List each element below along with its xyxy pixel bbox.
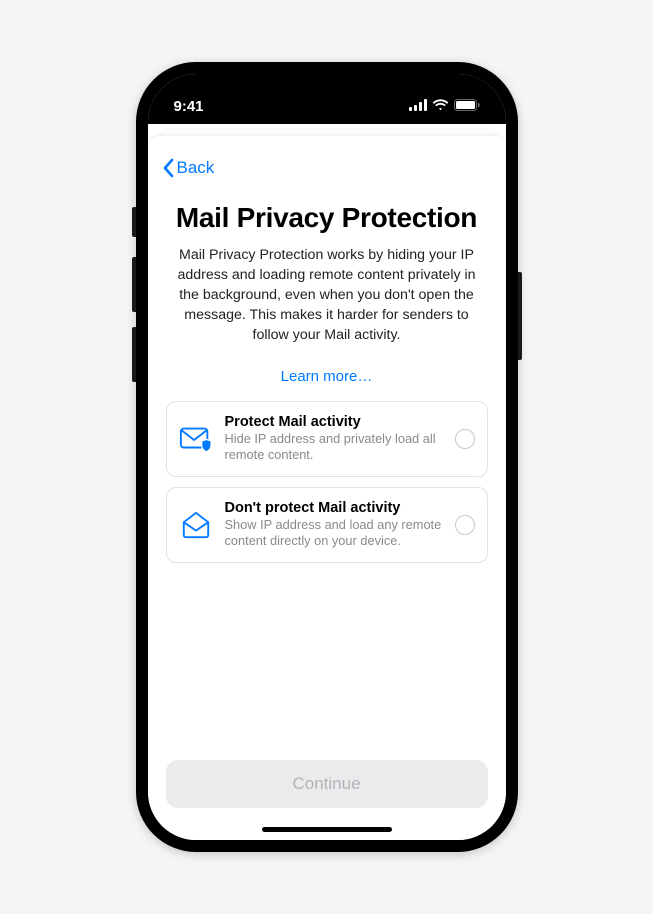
nav-bar: Back [162, 148, 492, 188]
home-indicator[interactable] [262, 827, 392, 832]
dynamic-island [270, 90, 384, 124]
screen: 9:41 Back Mai [148, 74, 506, 840]
back-button[interactable]: Back [162, 158, 215, 178]
continue-button[interactable]: Continue [166, 760, 488, 808]
main-content: Mail Privacy Protection Mail Privacy Pro… [162, 188, 492, 828]
option-description: Hide IP address and privately load all r… [225, 431, 443, 464]
option-dont-protect-mail[interactable]: Don't protect Mail activity Show IP addr… [166, 487, 488, 563]
page-description: Mail Privacy Protection works by hiding … [166, 246, 488, 345]
envelope-open-icon [179, 508, 213, 542]
option-protect-mail[interactable]: Protect Mail activity Hide IP address an… [166, 401, 488, 477]
radio-button[interactable] [455, 429, 475, 449]
wifi-icon [432, 98, 449, 115]
volume-up-button [132, 257, 136, 312]
battery-icon [454, 98, 480, 115]
cellular-icon [409, 98, 427, 115]
status-time: 9:41 [174, 98, 204, 115]
content-card: Back Mail Privacy Protection Mail Privac… [148, 136, 506, 840]
envelope-shield-icon [179, 422, 213, 456]
phone-frame: 9:41 Back Mai [136, 62, 518, 852]
chevron-left-icon [162, 158, 174, 178]
power-button [518, 272, 522, 360]
side-button [132, 207, 136, 237]
back-label: Back [177, 158, 215, 178]
radio-button[interactable] [455, 515, 475, 535]
option-description: Show IP address and load any remote cont… [225, 517, 443, 550]
page-title: Mail Privacy Protection [176, 202, 477, 234]
volume-down-button [132, 327, 136, 382]
option-title: Don't protect Mail activity [225, 500, 443, 516]
option-text: Don't protect Mail activity Show IP addr… [225, 500, 443, 550]
status-right [409, 98, 480, 115]
option-title: Protect Mail activity [225, 414, 443, 430]
learn-more-link[interactable]: Learn more… [281, 368, 373, 385]
option-text: Protect Mail activity Hide IP address an… [225, 414, 443, 464]
